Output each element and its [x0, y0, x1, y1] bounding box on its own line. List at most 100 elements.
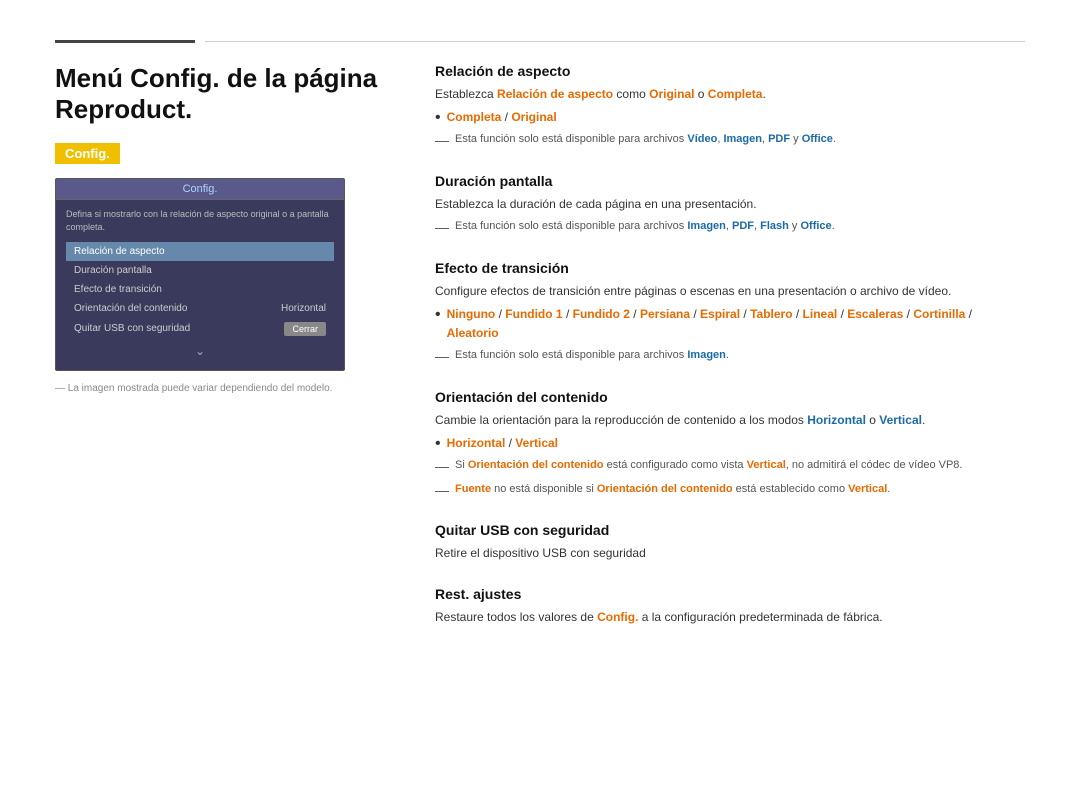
relacion-video: Vídeo: [687, 133, 717, 145]
section-title-orientacion: Orientación del contenido: [435, 389, 1025, 405]
top-line-long: [205, 41, 1025, 42]
efecto-espiral: Espiral: [700, 307, 740, 321]
duracion-pdf: PDF: [732, 220, 754, 232]
efecto-note-dash: —: [435, 347, 449, 367]
mockup-item-orientacion-label: Orientación del contenido: [74, 303, 187, 314]
orientacion-vert: Vertical: [515, 436, 558, 450]
mockup-cerrar-button[interactable]: Cerrar: [284, 322, 326, 336]
relacion-keyword-2: Original: [649, 87, 694, 101]
efecto-bullet-text: Ninguno / Fundido 1 / Fundido 2 / Persia…: [447, 305, 1025, 343]
orientacion-note-2: — Fuente no está disponible si Orientaci…: [435, 481, 1025, 501]
relacion-bullet: • Completa / Original: [435, 108, 1025, 127]
section-body-duracion: Establezca la duración de cada página en…: [435, 195, 1025, 238]
efecto-note-text: Esta función solo está disponible para a…: [455, 347, 729, 364]
orientacion-vertical-ref1: Vertical: [747, 459, 786, 471]
efecto-lineal: Lineal: [803, 307, 838, 321]
duracion-note: — Esta función solo está disponible para…: [435, 218, 1025, 238]
efecto-cortinilla: Cortinilla: [913, 307, 965, 321]
quitar-text: Retire el dispositivo USB con seguridad: [435, 544, 1025, 563]
bullet-dot-3: •: [435, 434, 441, 453]
efecto-note: — Esta función solo está disponible para…: [435, 347, 1025, 367]
orientacion-note-1: — Si Orientación del contenido está conf…: [435, 457, 1025, 477]
section-orientacion: Orientación del contenido Cambie la orie…: [435, 389, 1025, 501]
efecto-persiana: Persiana: [640, 307, 690, 321]
section-title-efecto: Efecto de transición: [435, 260, 1025, 276]
orientacion-vertical-link: Vertical: [879, 413, 922, 427]
efecto-tablero: Tablero: [750, 307, 792, 321]
section-title-rest: Rest. ajustes: [435, 586, 1025, 602]
orientacion-note-text-2: Fuente no está disponible si Orientación…: [455, 481, 890, 498]
duracion-imagen: Imagen: [687, 220, 726, 232]
right-column: Relación de aspecto Establezca Relación …: [435, 63, 1025, 649]
section-title-duracion: Duración pantalla: [435, 173, 1025, 189]
duracion-note-dash: —: [435, 218, 449, 238]
image-note: La imagen mostrada puede variar dependie…: [55, 383, 395, 394]
orientacion-ref2: Orientación del contenido: [597, 483, 733, 495]
section-title-relacion: Relación de aspecto: [435, 63, 1025, 79]
efecto-escaleras: Escaleras: [847, 307, 903, 321]
mockup-item-efecto[interactable]: Efecto de transición: [66, 280, 334, 299]
relacion-note-dash: —: [435, 131, 449, 151]
mockup-chevron: ⌄: [66, 340, 334, 362]
relacion-original: Original: [511, 110, 556, 124]
orientacion-text: Cambie la orientación para la reproducci…: [435, 411, 1025, 430]
top-line-short: [55, 40, 195, 43]
section-body-efecto: Configure efectos de transición entre pá…: [435, 282, 1025, 367]
rest-text: Restaure todos los valores de Config. a …: [435, 608, 1025, 627]
mockup-item-quitar[interactable]: Quitar USB con seguridad Cerrar: [66, 318, 334, 340]
relacion-note-text: Esta función solo está disponible para a…: [455, 131, 836, 148]
mockup-item-orientacion-value: Horizontal: [281, 303, 326, 314]
ui-mockup: Config. Defina si mostrarlo con la relac…: [55, 178, 345, 370]
mockup-item-quitar-label: Quitar USB con seguridad: [74, 323, 190, 334]
orientacion-bullet: • Horizontal / Vertical: [435, 434, 1025, 453]
relacion-completa: Completa: [447, 110, 502, 124]
mockup-item-duracion[interactable]: Duración pantalla: [66, 261, 334, 280]
section-body-orientacion: Cambie la orientación para la reproducci…: [435, 411, 1025, 501]
mockup-title-bar: Config.: [56, 179, 344, 200]
orientacion-ref1: Orientación del contenido: [468, 459, 604, 471]
section-title-quitar: Quitar USB con seguridad: [435, 522, 1025, 538]
section-efecto: Efecto de transición Configure efectos d…: [435, 260, 1025, 367]
efecto-text: Configure efectos de transición entre pá…: [435, 282, 1025, 301]
section-body-relacion: Establezca Relación de aspecto como Orig…: [435, 85, 1025, 151]
orientacion-vertical-ref2: Vertical: [848, 483, 887, 495]
bullet-dot-2: •: [435, 305, 441, 324]
relacion-office: Office: [802, 133, 833, 145]
duracion-text: Establezca la duración de cada página en…: [435, 195, 1025, 214]
left-column: Menú Config. de la página Reproduct. Con…: [55, 63, 395, 649]
rest-config-ref: Config.: [597, 610, 638, 624]
section-body-quitar: Retire el dispositivo USB con seguridad: [435, 544, 1025, 563]
efecto-aleatorio: Aleatorio: [447, 326, 499, 340]
section-relacion-aspecto: Relación de aspecto Establezca Relación …: [435, 63, 1025, 151]
mockup-item-relacion[interactable]: Relación de aspecto: [66, 242, 334, 261]
mockup-desc: Defina si mostrarlo con la relación de a…: [66, 208, 334, 233]
section-quitar-usb: Quitar USB con seguridad Retire el dispo…: [435, 522, 1025, 563]
efecto-bullet: • Ninguno / Fundido 1 / Fundido 2 / Pers…: [435, 305, 1025, 343]
top-divider: [0, 40, 1080, 43]
relacion-pdf: PDF: [768, 133, 790, 145]
section-rest-ajustes: Rest. ajustes Restaure todos los valores…: [435, 586, 1025, 627]
section-duracion: Duración pantalla Establezca la duración…: [435, 173, 1025, 238]
relacion-note: — Esta función solo está disponible para…: [435, 131, 1025, 151]
page-title: Menú Config. de la página Reproduct.: [55, 63, 395, 125]
efecto-imagen: Imagen: [687, 349, 726, 361]
orientacion-note-text-1: Si Orientación del contenido está config…: [455, 457, 962, 474]
section-body-rest: Restaure todos los valores de Config. a …: [435, 608, 1025, 627]
orientacion-bullet-text: Horizontal / Vertical: [447, 434, 558, 453]
efecto-fundido2: Fundido 2: [573, 307, 630, 321]
orientacion-horiz: Horizontal: [447, 436, 506, 450]
duracion-note-text: Esta función solo está disponible para a…: [455, 218, 835, 235]
config-badge: Config.: [55, 143, 120, 164]
bullet-dot-1: •: [435, 108, 441, 127]
orientacion-note-dash-2: —: [435, 481, 449, 501]
orientacion-fuente-ref: Fuente: [455, 483, 491, 495]
relacion-imagen: Imagen: [723, 133, 762, 145]
efecto-fundido1: Fundido 1: [505, 307, 562, 321]
relacion-keyword-1: Relación de aspecto: [497, 87, 613, 101]
mockup-body: Defina si mostrarlo con la relación de a…: [56, 200, 344, 369]
relacion-keyword-3: Completa: [708, 87, 763, 101]
mockup-item-orientacion[interactable]: Orientación del contenido Horizontal: [66, 299, 334, 318]
duracion-office: Office: [800, 220, 831, 232]
orientacion-horizontal-link: Horizontal: [807, 413, 866, 427]
orientacion-note-dash-1: —: [435, 457, 449, 477]
